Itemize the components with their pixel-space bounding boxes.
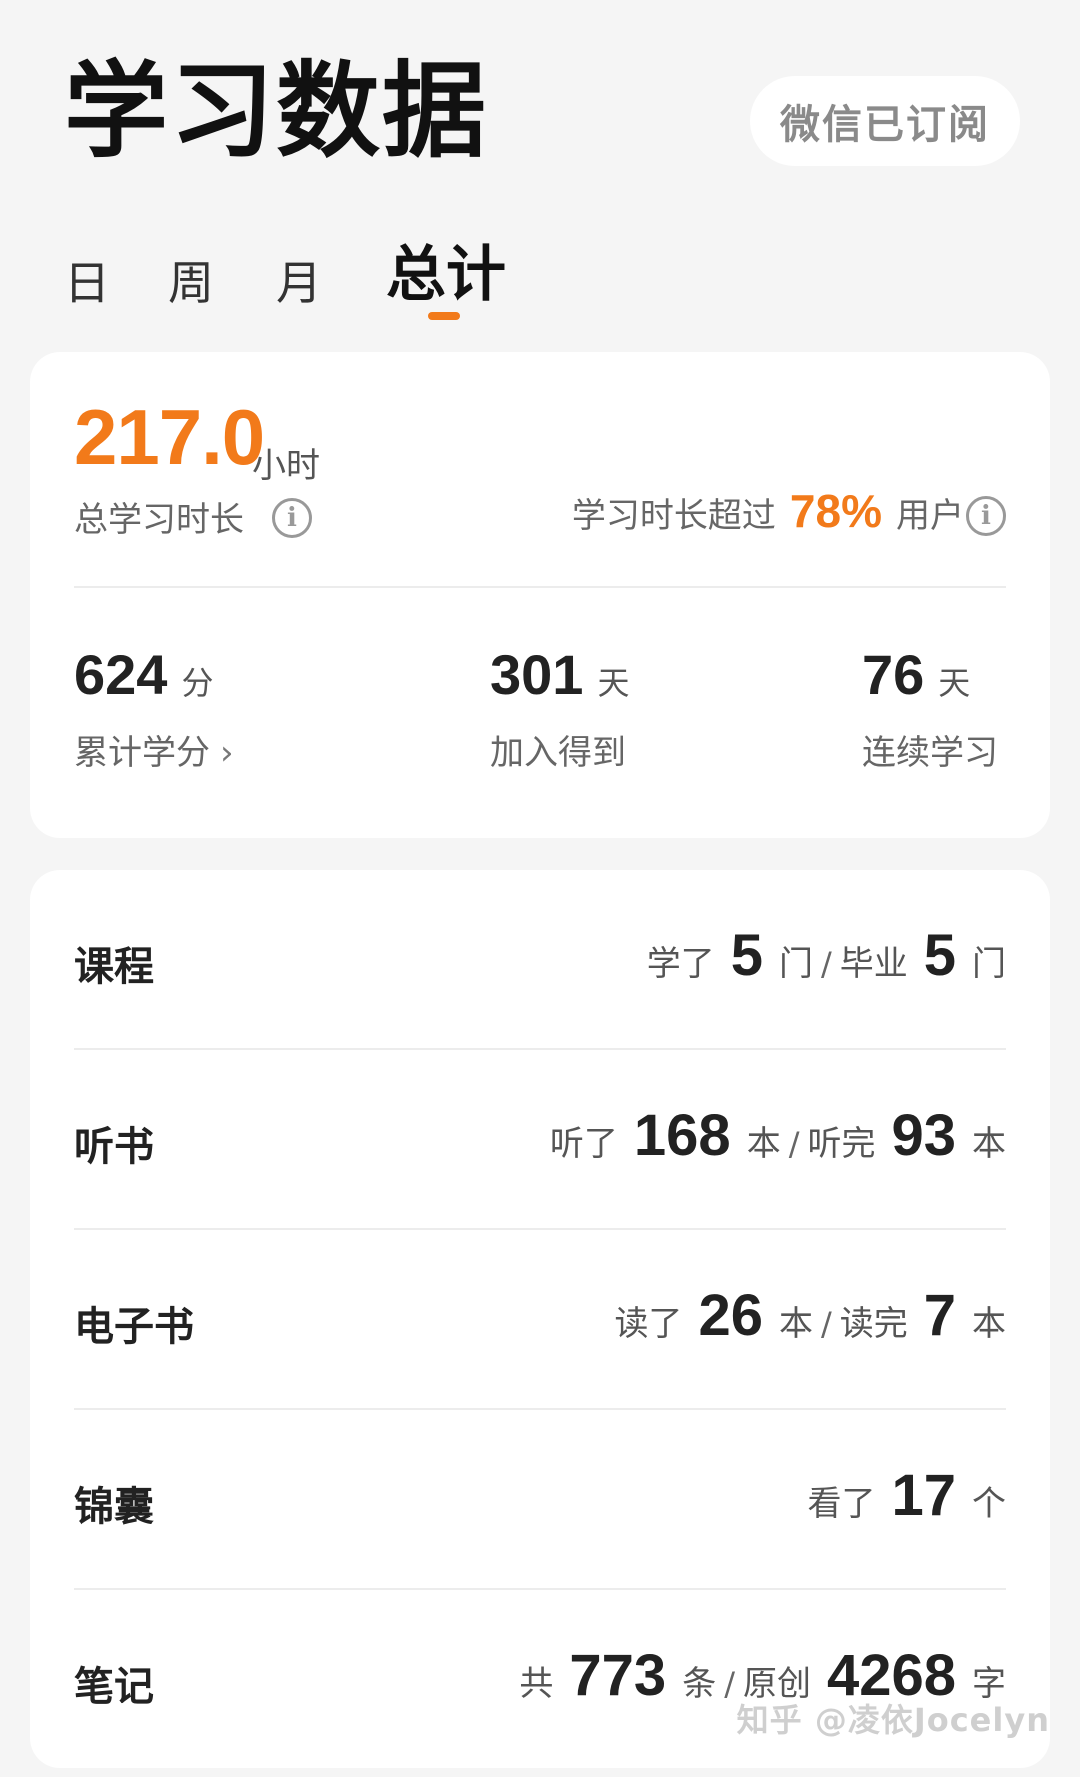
row-unit: 本 [746,1124,781,1164]
row-label: 课程 [74,944,154,990]
stat-credits[interactable]: 624 分 累计学分 › [74,642,234,774]
total-hours-value: 217.0 [74,393,265,481]
row-separator: / [820,1305,832,1343]
percentile-prefix: 学习时长超过 [571,496,776,536]
percentile-value: 78% [789,485,882,537]
stat-value: 624 [74,643,168,706]
tab-month[interactable]: 月 [276,248,322,318]
row-unit: 条 [682,1664,717,1704]
page-title: 学习数据 [64,50,489,172]
stat-value: 301 [490,643,584,706]
row-unit: 门 [778,944,813,984]
row-values: 读了 26 本 / 读完 7 本 [614,1282,1006,1349]
chevron-right-icon: › [220,733,234,773]
detail-card: 课程 学了 5 门 / 毕业 5 门 听书 听了 168 本 / 听完 93 本… [30,870,1050,1768]
row-number: 26 [698,1283,763,1348]
row-text: 共 [519,1664,554,1704]
tab-total[interactable]: 总计 [386,240,506,310]
row-number: 7 [923,1283,956,1348]
row-label: 锦囊 [74,1484,154,1530]
stat-streak-days: 76 天 连续学习 [862,642,998,774]
info-icon[interactable]: i [272,498,312,538]
row-unit: 本 [778,1304,813,1344]
summary-card: 217.0 小时 总学习时长 i 学习时长超过 78% 用户 i 624 分 累计… [30,352,1050,838]
stat-unit: 分 [181,664,214,702]
total-study-time-label: 总学习时长 [74,492,244,541]
stat-unit: 天 [938,664,971,702]
row-label: 笔记 [74,1664,154,1710]
stat-value: 76 [862,643,925,706]
wechat-subscribed-button[interactable]: 微信已订阅 [750,76,1020,166]
stat-joined-days: 301 天 加入得到 [490,642,629,774]
stat-unit: 天 [597,664,630,702]
row-unit: 门 [972,944,1006,984]
tab-week[interactable]: 周 [168,248,214,318]
divider [74,586,1006,588]
row-label: 听书 [74,1124,154,1170]
detail-row-ebooks[interactable]: 电子书 读了 26 本 / 读完 7 本 [30,1230,1050,1410]
row-text: 看了 [807,1484,876,1524]
row-unit: 本 [972,1124,1006,1164]
active-tab-indicator [428,312,460,320]
row-number: 5 [923,923,956,988]
row-text: 听了 [549,1124,618,1164]
stat-label: 累计学分 › [74,725,234,774]
percentile-suffix: 用户 [896,496,964,536]
row-number: 168 [633,1103,731,1168]
detail-row-courses[interactable]: 课程 学了 5 门 / 毕业 5 门 [30,870,1050,1050]
watermark: 知乎 @凌依Jocelyn [736,1701,1050,1739]
row-text: 读完 [839,1304,908,1344]
stat-label-text: 累计学分 [74,733,210,773]
detail-row-tips[interactable]: 锦囊 看了 17 个 [30,1410,1050,1590]
row-unit: 个 [972,1484,1006,1524]
detail-row-audiobooks[interactable]: 听书 听了 168 本 / 听完 93 本 [30,1050,1050,1230]
row-text: 听完 [807,1124,876,1164]
row-unit: 本 [972,1304,1006,1344]
row-separator: / [820,945,832,983]
row-number: 5 [730,923,763,988]
row-values: 看了 17 个 [807,1462,1006,1529]
info-icon[interactable]: i [966,496,1006,536]
row-text: 学了 [646,944,715,984]
row-separator: / [724,1665,735,1703]
stat-label: 加入得到 [490,733,626,773]
row-number: 17 [891,1463,956,1528]
percentile-line: 学习时长超过 78% 用户 [572,484,964,538]
row-number: 773 [569,1643,667,1708]
total-hours-unit: 小时 [252,446,320,486]
row-text: 读了 [614,1304,683,1344]
row-label: 电子书 [74,1304,194,1350]
row-values: 听了 168 本 / 听完 93 本 [550,1102,1006,1169]
stat-label: 连续学习 [862,733,998,773]
row-separator: / [788,1125,800,1163]
row-values: 学了 5 门 / 毕业 5 门 [647,922,1006,989]
tab-day[interactable]: 日 [64,248,110,318]
total-study-time-text: 总学习时长 [74,500,244,540]
row-number: 93 [891,1103,956,1168]
row-text: 毕业 [839,944,908,984]
detail-row-notes[interactable]: 笔记 共 773 条 / 原创 4268 字 [30,1590,1050,1770]
